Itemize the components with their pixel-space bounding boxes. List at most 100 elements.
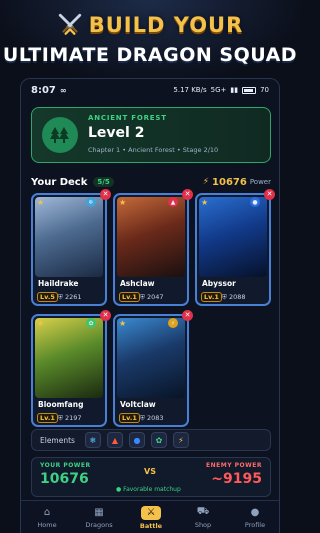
tab-label: Dragons <box>85 520 113 529</box>
dragon-power-value: 2083 <box>146 414 164 422</box>
dragon-portrait <box>35 318 103 398</box>
dragon-portrait <box>35 197 103 277</box>
nature-element-icon: ✿ <box>86 318 96 328</box>
battery-icon <box>242 86 257 94</box>
dragon-card[interactable]: ★ ▲ Ashclaw Lv.1 ⛨ 2047 ✕ <box>113 189 193 306</box>
elements-label: Elements <box>40 435 75 445</box>
deck-power-label: Power <box>249 178 271 186</box>
star-icon: ★ <box>37 198 45 207</box>
favorable-text: Favorable matchup <box>123 486 181 493</box>
signal-label: 5G+ <box>210 86 227 94</box>
remove-card-button[interactable]: ✕ <box>100 189 111 200</box>
dragon-power: ⛨ 2261 <box>58 293 82 301</box>
dragon-power: ⛨ 2197 <box>58 414 82 422</box>
deck-power: ⚡ 10676 Power <box>203 177 271 188</box>
profile-icon: ● <box>250 507 260 518</box>
remove-card-button[interactable]: ✕ <box>100 310 111 321</box>
net-speed: 5.17 KB/s <box>173 86 207 94</box>
nature-element-filter-icon[interactable]: ✿ <box>150 432 167 448</box>
deck-header: Your Deck 5/5 ⚡ 10676 Power <box>31 174 271 190</box>
tab-shop[interactable]: ⛟ Shop <box>177 501 229 533</box>
deck-title: Your Deck <box>31 176 88 188</box>
matchup-panel: YOUR POWER 10676 VS ● Favorable matchup … <box>31 457 271 497</box>
dragon-portrait <box>117 197 185 277</box>
battle-icon: ⚔ <box>141 505 161 520</box>
water-element-filter-icon[interactable]: ● <box>128 432 145 448</box>
tab-home[interactable]: ⌂ Home <box>21 501 73 533</box>
dragon-power-value: 2197 <box>64 414 82 422</box>
dragon-card[interactable]: ★ ✿ Bloomfang Lv.1 ⛨ 2197 ✕ <box>31 310 111 427</box>
dragon-name: Voltclaw <box>120 400 156 409</box>
water-element-icon: ● <box>250 197 260 207</box>
dragon-level-badge: Lv.1 <box>119 413 140 423</box>
favorable-indicator: ● Favorable matchup <box>116 486 181 493</box>
card-frame: ★ ● Abyssor Lv.1 ⛨ 2088 <box>195 193 271 306</box>
dragon-card[interactable]: ★ ● Abyssor Lv.1 ⛨ 2088 ✕ <box>195 189 275 306</box>
tab-label: Profile <box>244 520 266 529</box>
enemy-power-label: ENEMY POWER <box>206 462 262 469</box>
tab-dragons[interactable]: ▦ Dragons <box>73 501 125 533</box>
app-screen: 8:07 ∞ 5.17 KB/s 5G+ ▮▮ 70 ANCIENT FORES… <box>20 78 280 533</box>
dragon-power: ⛨ 2088 <box>222 293 246 301</box>
level-card[interactable]: ANCIENT FOREST Level 2 Chapter 1 • Ancie… <box>31 107 271 163</box>
status-time: 8:07 <box>31 84 56 96</box>
tab-label: Battle <box>139 521 163 530</box>
vs-label: VS <box>144 467 156 476</box>
dragon-power-value: 2088 <box>228 293 246 301</box>
dragon-level-badge: Lv.1 <box>37 413 58 423</box>
your-power-label: YOUR POWER <box>40 462 91 469</box>
status-bar: 8:07 ∞ 5.17 KB/s 5G+ ▮▮ 70 <box>21 79 279 101</box>
fire-element-icon: ▲ <box>168 197 178 207</box>
deck-power-value: 10676 <box>212 176 247 188</box>
star-icon: ★ <box>119 319 127 328</box>
remove-card-button[interactable]: ✕ <box>264 189 275 200</box>
card-frame: ★ ✿ Bloomfang Lv.1 ⛨ 2197 <box>31 314 107 427</box>
grid-icon: ▦ <box>94 507 104 518</box>
signal-icon: ▮▮ <box>230 86 239 94</box>
home-icon: ⌂ <box>43 507 51 518</box>
bottom-tab-bar: ⌂ Home ▦ Dragons ⚔ Battle ⛟ Shop ● Profile <box>21 500 279 533</box>
lightning-element-filter-icon[interactable]: ⚡ <box>172 432 189 448</box>
remove-card-button[interactable]: ✕ <box>182 310 193 321</box>
battery-level: 70 <box>260 86 269 94</box>
ice-element-filter-icon[interactable]: ❄ <box>84 432 101 448</box>
star-icon: ★ <box>119 198 127 207</box>
remove-card-button[interactable]: ✕ <box>182 189 193 200</box>
promo-banner: BUILD YOUR ULTIMATE DRAGON SQUAD <box>0 0 300 80</box>
link-icon: ∞ <box>59 85 67 95</box>
dragon-name: Abyssor <box>202 279 236 288</box>
banner-headline-2: ULTIMATE DRAGON SQUAD <box>2 44 298 66</box>
dragon-power: ⛨ 2083 <box>140 414 164 422</box>
dragon-portrait <box>117 318 185 398</box>
level-title: Level 2 <box>88 125 145 141</box>
dragon-card[interactable]: ★ ❄ Haildrake Lv.5 ⛨ 2261 ✕ <box>31 189 111 306</box>
tab-profile[interactable]: ● Profile <box>229 501 279 533</box>
dragon-name: Ashclaw <box>120 279 155 288</box>
crossed-swords-icon <box>58 13 81 35</box>
dragon-power: ⛨ 2047 <box>140 293 164 301</box>
ice-element-icon: ❄ <box>86 197 96 207</box>
star-icon: ★ <box>201 198 209 207</box>
card-frame: ★ ⚡ Voltclaw Lv.1 ⛨ 2083 <box>113 314 189 427</box>
dragon-card[interactable]: ★ ⚡ Voltclaw Lv.1 ⛨ 2083 ✕ <box>113 310 193 427</box>
dragon-name: Haildrake <box>38 279 79 288</box>
dragon-level-badge: Lv.1 <box>201 292 222 302</box>
tab-battle[interactable]: ⚔ Battle <box>125 501 177 533</box>
level-region: ANCIENT FOREST <box>88 114 167 122</box>
dragon-level-badge: Lv.5 <box>37 292 58 302</box>
fire-element-filter-icon[interactable]: ▲ <box>106 432 123 448</box>
shop-icon: ⛟ <box>196 506 210 517</box>
level-subtitle: Chapter 1 • Ancient Forest • Stage 2/10 <box>88 146 219 154</box>
dragon-portrait <box>199 197 267 277</box>
lightning-icon: ⚡ <box>202 177 210 187</box>
check-circle-icon: ● <box>116 486 122 493</box>
elements-filter-bar: Elements ❄ ▲ ● ✿ ⚡ <box>31 429 271 451</box>
banner-headline-1: BUILD YOUR <box>88 13 244 37</box>
tree-icon <box>42 117 78 153</box>
deck-count-badge: 5/5 <box>93 177 114 187</box>
lightning-element-icon: ⚡ <box>168 318 178 328</box>
dragon-name: Bloomfang <box>38 400 84 409</box>
star-icon: ★ <box>37 319 45 328</box>
tab-label: Shop <box>194 520 212 529</box>
your-power-value: 10676 <box>40 471 89 487</box>
